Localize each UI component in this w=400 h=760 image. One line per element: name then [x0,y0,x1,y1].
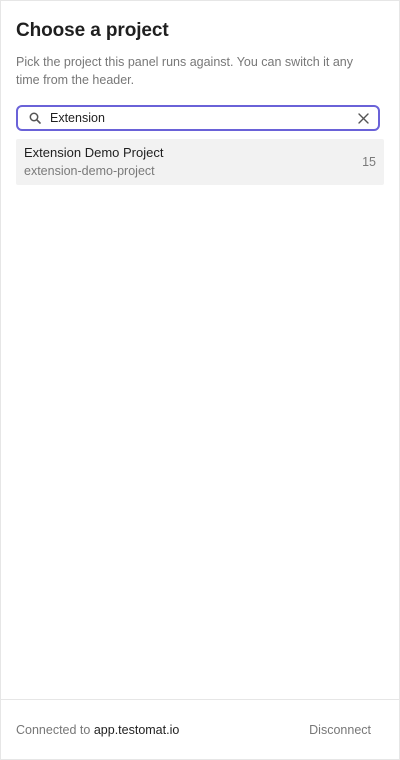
footer: Connected to app.testomat.io Disconnect [1,699,399,759]
project-name: Extension Demo Project [24,145,164,160]
page-description: Pick the project this panel runs against… [16,55,353,87]
project-count-badge: 15 [362,155,376,169]
connection-status: Connected to app.testomat.io [16,723,179,737]
search-box[interactable] [16,105,380,131]
project-list: Extension Demo Project extension-demo-pr… [16,139,384,185]
project-text: Extension Demo Project extension-demo-pr… [24,144,163,180]
connection-label: Connected to [16,722,91,737]
panel-content: Choose a project Pick the project this p… [1,1,399,185]
project-slug: extension-demo-project [24,164,155,178]
disconnect-button[interactable]: Disconnect [309,723,371,737]
page-title: Choose a project [16,20,169,41]
connection-host: app.testomat.io [93,722,180,737]
search-icon [28,111,42,125]
list-item[interactable]: Extension Demo Project extension-demo-pr… [16,139,384,185]
search-input[interactable] [50,109,356,127]
project-picker-panel: Choose a project Pick the project this p… [0,0,400,760]
close-icon[interactable] [356,111,370,125]
